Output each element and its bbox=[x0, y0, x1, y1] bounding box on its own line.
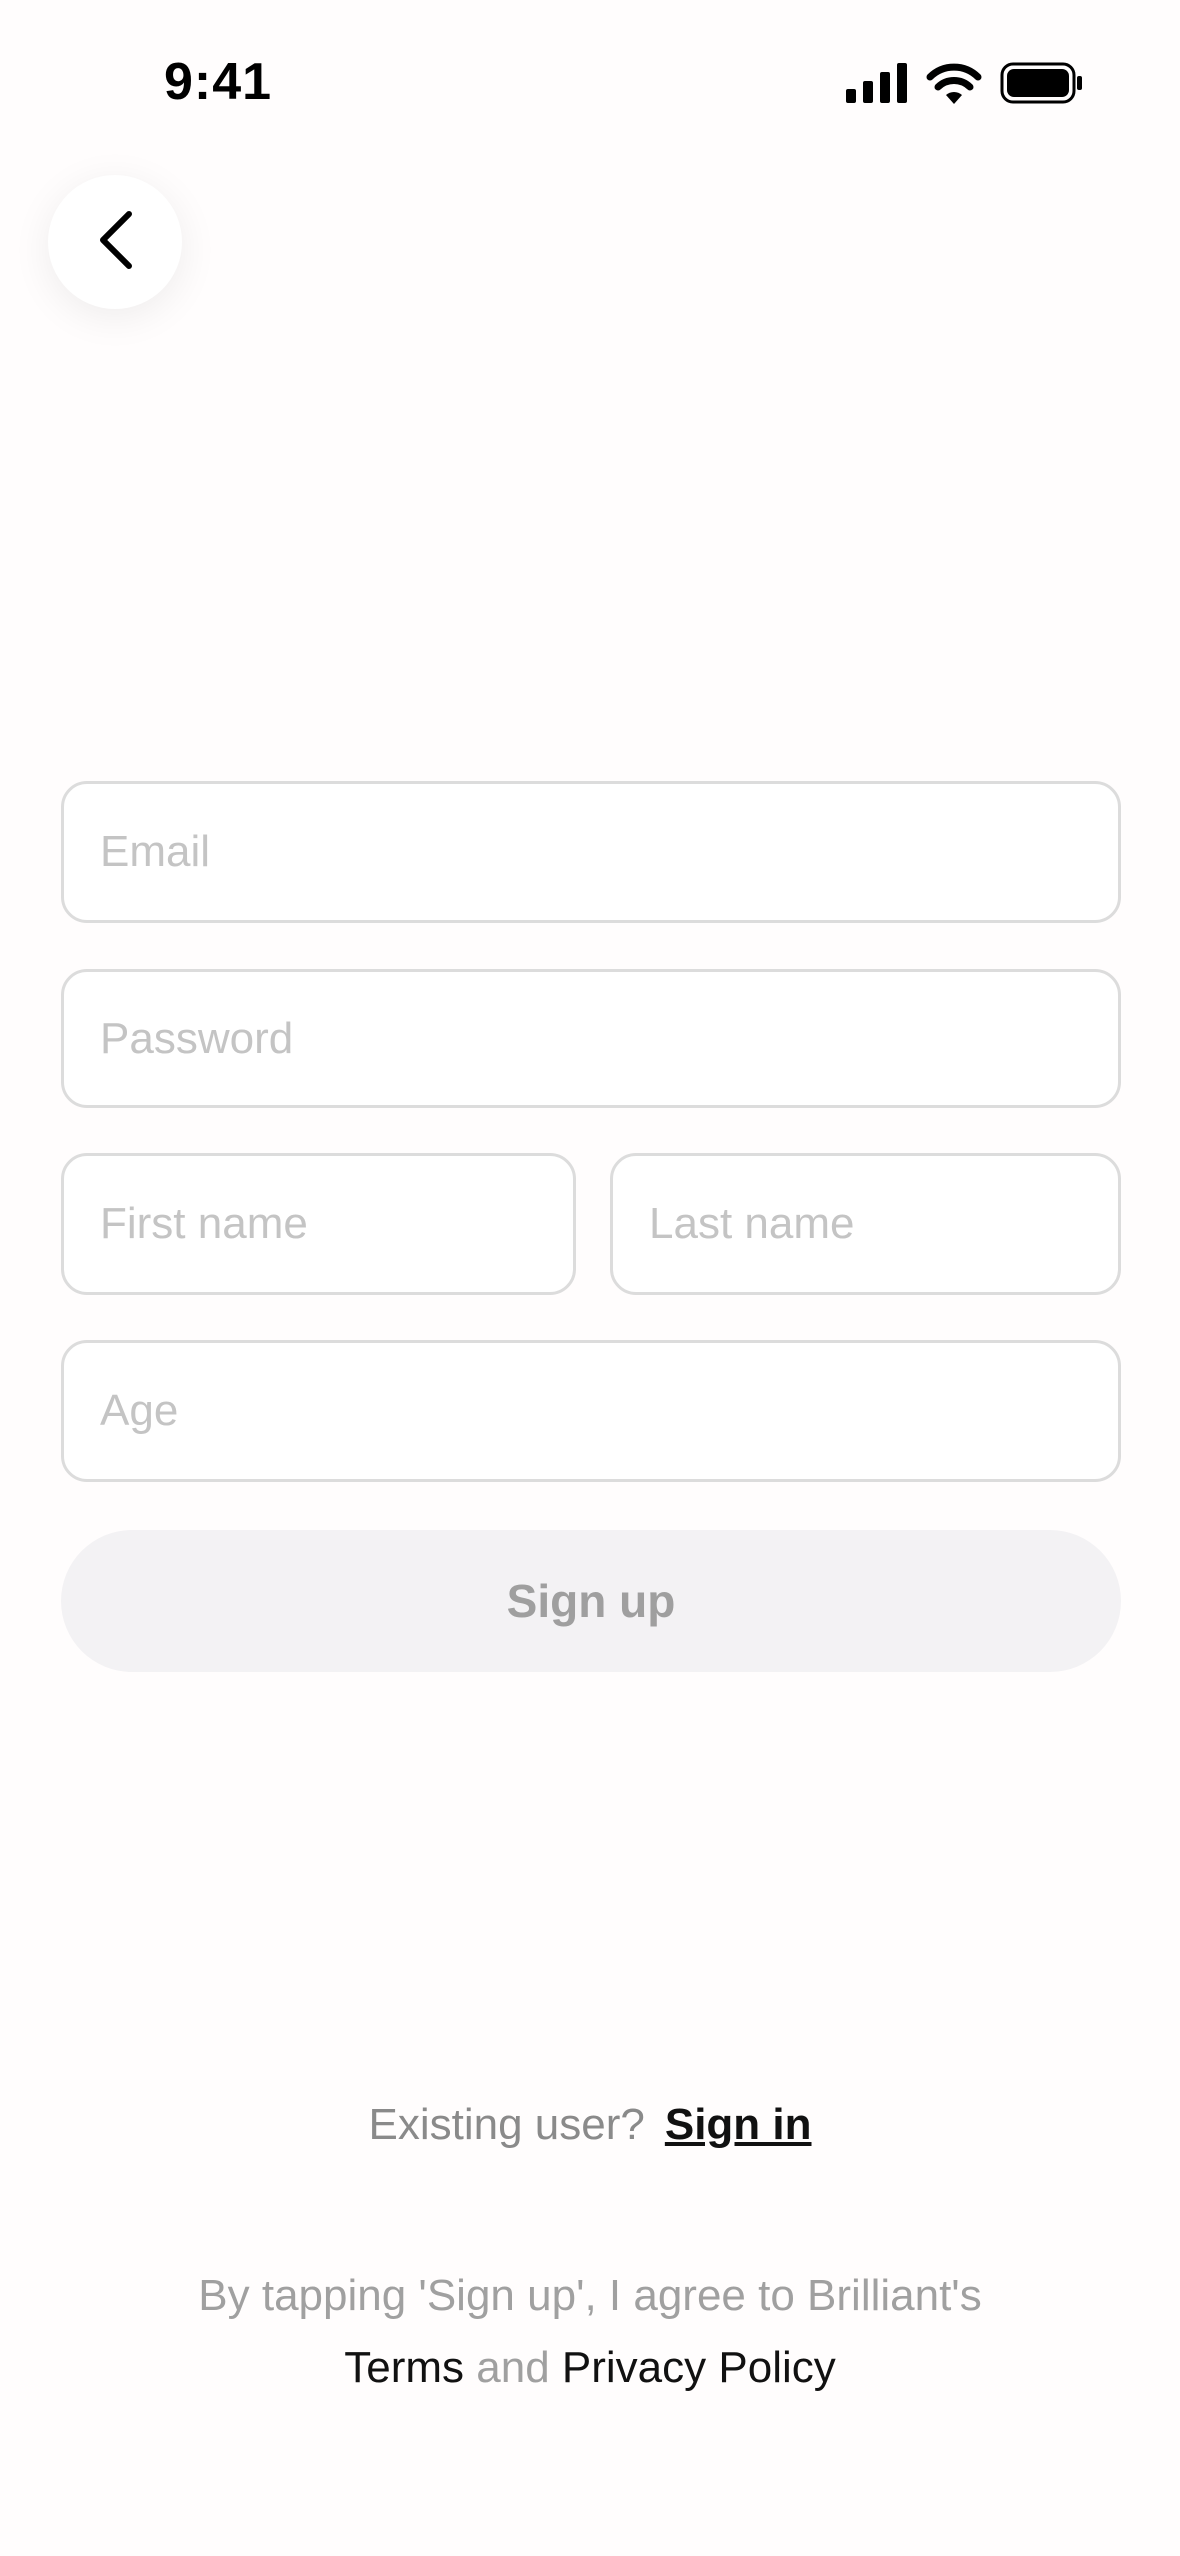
wifi-icon bbox=[926, 62, 982, 109]
cellular-signal-icon bbox=[846, 62, 908, 108]
terms-link[interactable]: Terms bbox=[344, 2343, 464, 2392]
sign-in-link[interactable]: Sign in bbox=[665, 2100, 812, 2149]
legal-line-2: Terms and Privacy Policy bbox=[0, 2332, 1180, 2404]
and-text: and bbox=[476, 2343, 550, 2392]
status-bar: 9:41 bbox=[0, 0, 1180, 170]
existing-user-row: Existing user? Sign in bbox=[0, 2100, 1180, 2150]
legal-line-1: By tapping 'Sign up', I agree to Brillia… bbox=[198, 2271, 982, 2320]
status-time: 9:41 bbox=[164, 53, 273, 111]
back-button[interactable] bbox=[48, 175, 182, 309]
legal-text: By tapping 'Sign up', I agree to Brillia… bbox=[0, 2260, 1180, 2404]
password-input[interactable] bbox=[61, 969, 1121, 1108]
existing-user-text: Existing user? bbox=[368, 2100, 645, 2149]
battery-icon bbox=[1000, 62, 1084, 109]
email-input[interactable] bbox=[61, 781, 1121, 923]
first-name-input[interactable] bbox=[61, 1153, 576, 1295]
privacy-policy-link[interactable]: Privacy Policy bbox=[562, 2343, 836, 2392]
status-icons bbox=[846, 62, 1084, 108]
sign-up-button[interactable]: Sign up bbox=[61, 1530, 1121, 1672]
age-input[interactable] bbox=[61, 1340, 1121, 1482]
last-name-input[interactable] bbox=[610, 1153, 1121, 1295]
chevron-left-icon bbox=[93, 208, 137, 277]
